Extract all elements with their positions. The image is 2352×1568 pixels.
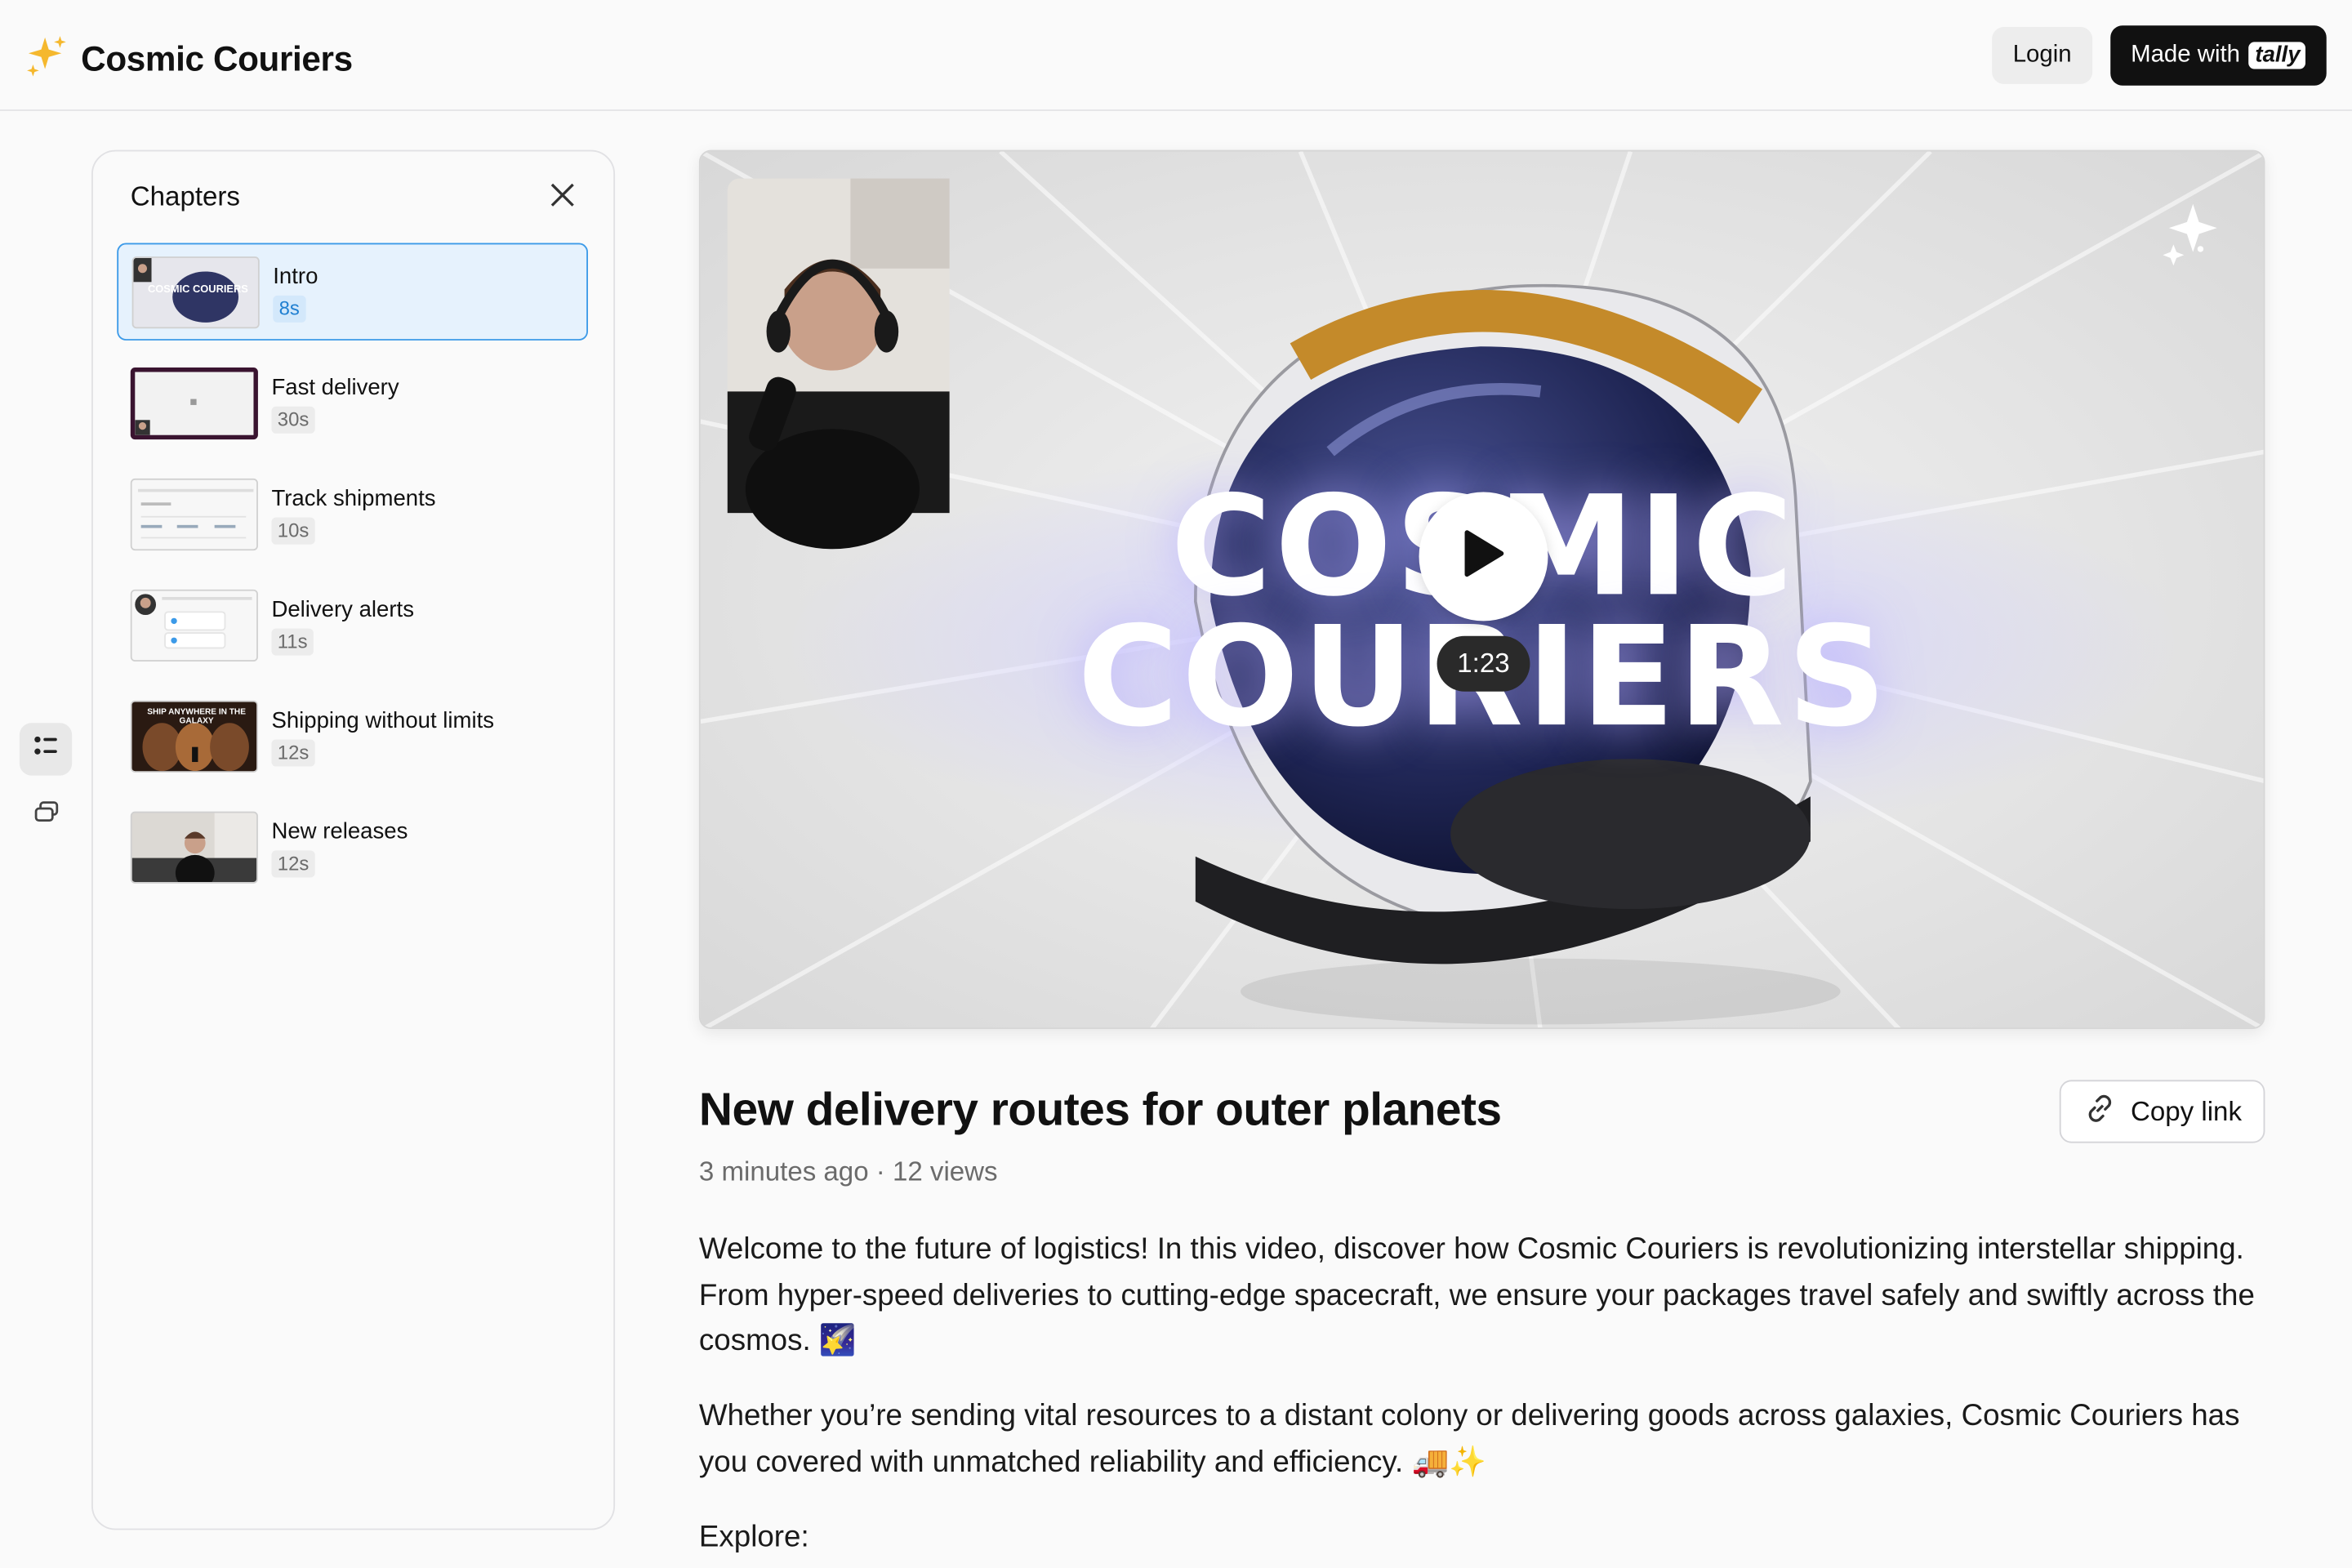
chapter-duration: 12s xyxy=(271,850,315,878)
chapter-title: New releases xyxy=(271,818,408,845)
top-bar: Cosmic Couriers Login Made with tally xyxy=(0,0,2352,111)
comments-icon xyxy=(32,800,59,834)
chapter-item-intro[interactable]: COSMIC COURIERS Intro 8s xyxy=(117,243,588,341)
chapter-duration: 10s xyxy=(271,517,315,545)
video-meta: 3 minutes ago · 12 views xyxy=(698,1156,998,1187)
chapter-thumbnail: COSMIC COURIERS xyxy=(131,256,260,329)
chapter-thumbnail-text: COSMIC COURIERS xyxy=(148,284,248,296)
chapter-title: Delivery alerts xyxy=(271,597,414,623)
copy-link-button[interactable]: Copy link xyxy=(2059,1080,2265,1143)
list-icon xyxy=(32,732,59,766)
chapter-thumbnail xyxy=(130,478,258,551)
page: Cosmic Couriers Login Made with tally Ch… xyxy=(0,0,2352,1567)
chapter-duration: 11s xyxy=(271,628,314,656)
chapter-title: Intro xyxy=(273,264,318,290)
chapter-item-new-releases[interactable]: New releases 12s xyxy=(117,800,588,897)
brand[interactable]: Cosmic Couriers xyxy=(24,33,353,85)
close-icon xyxy=(549,180,576,215)
chapter-title: Shipping without limits xyxy=(271,707,495,734)
chapter-thumbnail: SHIP ANYWHERE IN THE GALAXY xyxy=(130,700,258,773)
made-with-tally-button[interactable]: Made with tally xyxy=(2110,25,2327,86)
tally-logo: tally xyxy=(2249,42,2306,69)
play-icon xyxy=(1461,528,1506,586)
sparkles-icon xyxy=(24,33,69,85)
chapter-duration: 30s xyxy=(271,406,315,434)
chapter-item-delivery-alerts[interactable]: Delivery alerts 11s xyxy=(117,577,588,675)
chapter-item-fast-delivery[interactable]: Fast delivery 30s xyxy=(117,355,588,452)
brand-name: Cosmic Couriers xyxy=(81,38,353,78)
copy-link-label: Copy link xyxy=(2131,1095,2242,1126)
chapter-title: Fast delivery xyxy=(271,375,399,401)
comments-toggle-button[interactable] xyxy=(20,791,72,843)
chapter-item-shipping-without-limits[interactable]: SHIP ANYWHERE IN THE GALAXY Shipping wit… xyxy=(117,688,588,786)
chapter-thumbnail xyxy=(130,811,258,884)
chapter-thumbnail xyxy=(130,367,258,440)
video-duration: 1:23 xyxy=(1437,635,1530,692)
login-button[interactable]: Login xyxy=(1992,27,2093,84)
video-title: New delivery routes for outer planets xyxy=(698,1083,1502,1136)
chapter-thumbnail-text: SHIP ANYWHERE IN THE GALAXY xyxy=(147,707,246,726)
description-paragraph: Whether you’re sending vital resources t… xyxy=(698,1399,2240,1479)
chapters-panel: Chapters COSMIC COURIERS Intro 8s Fast d… xyxy=(91,149,616,1530)
made-with-label: Made with xyxy=(2131,42,2241,68)
chapter-title: Track shipments xyxy=(271,486,436,512)
description-paragraph: Explore: xyxy=(698,1521,809,1554)
chapter-duration: 8s xyxy=(273,295,306,323)
chapters-toggle-button[interactable] xyxy=(19,723,73,776)
play-button[interactable] xyxy=(1419,492,1548,621)
description-paragraph: Welcome to the future of logistics! In t… xyxy=(698,1232,2255,1358)
chapters-title: Chapters xyxy=(130,181,240,212)
chapter-thumbnail xyxy=(130,589,258,662)
link-icon xyxy=(2082,1089,2118,1133)
close-chapters-button[interactable] xyxy=(546,181,579,214)
chapter-duration: 12s xyxy=(271,739,315,767)
chapter-item-track-shipments[interactable]: Track shipments 10s xyxy=(117,466,588,564)
